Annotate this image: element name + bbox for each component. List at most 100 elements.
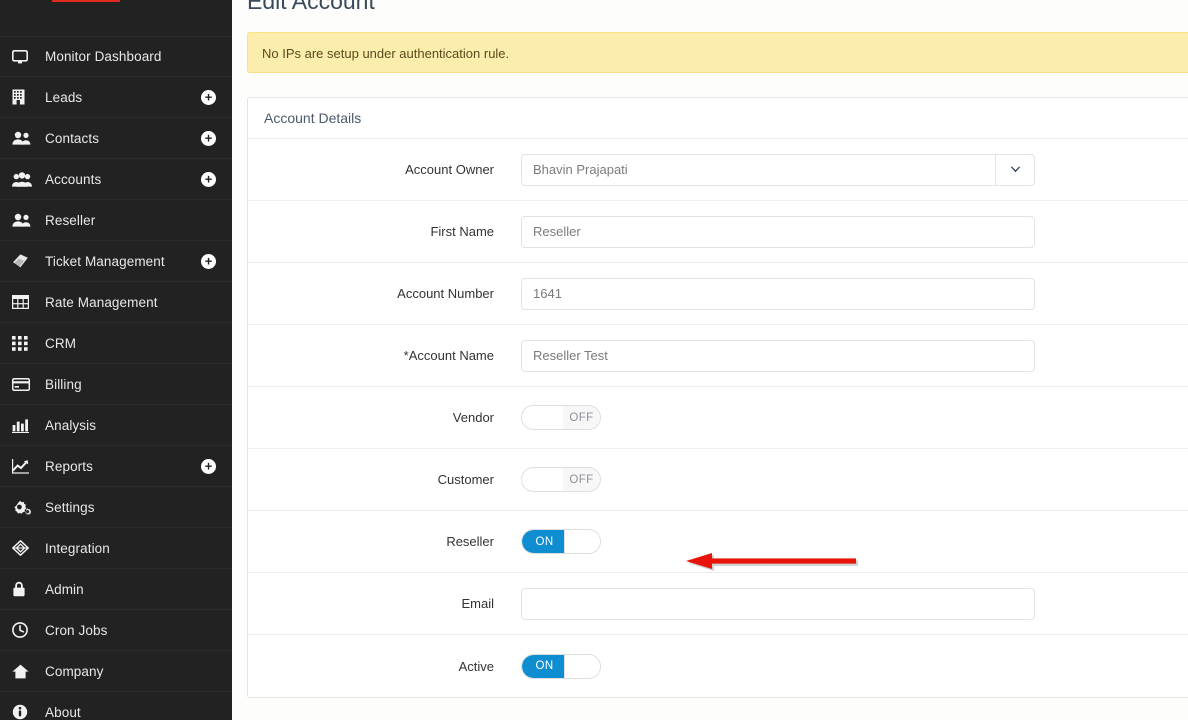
bar-chart-icon <box>12 418 36 433</box>
form-row: Vendor OFF <box>248 387 1188 449</box>
field-control <box>521 278 1188 310</box>
account-details-panel: Account Details Account Owner First Name <box>247 97 1188 698</box>
active-toggle[interactable]: ON <box>521 654 601 679</box>
field-label-account-owner: Account Owner <box>248 162 521 177</box>
users-icon <box>12 131 36 145</box>
field-label-vendor: Vendor <box>248 410 521 425</box>
clock-icon <box>12 622 36 638</box>
add-account-icon[interactable] <box>201 172 216 187</box>
reseller-toggle[interactable]: ON <box>521 529 601 554</box>
sidebar-item-label: Ticket Management <box>45 254 201 269</box>
panel-heading: Account Details <box>248 98 1188 139</box>
grid-icon <box>12 336 36 351</box>
alert-banner: No IPs are setup under authentication ru… <box>247 32 1188 73</box>
sidebar-nav: Monitor Dashboard Leads Contacts <box>0 36 232 720</box>
sidebar-item-analysis[interactable]: Analysis <box>0 405 232 446</box>
sidebar-item-company[interactable]: Company <box>0 651 232 692</box>
line-chart-icon <box>12 459 36 474</box>
credit-card-icon <box>12 378 36 391</box>
field-control <box>521 340 1188 372</box>
sidebar-item-rate-management[interactable]: Rate Management <box>0 282 232 323</box>
field-control: OFF <box>521 405 1188 430</box>
sidebar-item-cron-jobs[interactable]: Cron Jobs <box>0 610 232 651</box>
home-icon <box>12 664 36 679</box>
sidebar-item-label: Company <box>45 664 218 679</box>
sidebar-item-admin[interactable]: Admin <box>0 569 232 610</box>
ticket-icon <box>12 253 36 269</box>
toggle-knob <box>522 406 565 429</box>
sidebar-item-settings[interactable]: Settings <box>0 487 232 528</box>
field-label-email: Email <box>248 596 521 611</box>
sidebar-item-label: Admin <box>45 582 218 597</box>
field-control: ON <box>521 654 1188 679</box>
toggle-state-label: ON <box>522 530 567 553</box>
customer-toggle[interactable]: OFF <box>521 467 601 492</box>
sidebar-item-integration[interactable]: Integration <box>0 528 232 569</box>
toggle-state-label: OFF <box>563 468 600 491</box>
main-content: Edit Account No IPs are setup under auth… <box>232 0 1188 720</box>
form-row: Account Owner <box>248 139 1188 201</box>
add-contact-icon[interactable] <box>201 131 216 146</box>
form-row: Email <box>248 573 1188 635</box>
toggle-knob <box>564 655 600 678</box>
sidebar-item-accounts[interactable]: Accounts <box>0 159 232 200</box>
page-title: Edit Account <box>247 0 1188 16</box>
sidebar-item-label: Accounts <box>45 172 201 187</box>
sidebar-item-label: Monitor Dashboard <box>45 49 218 64</box>
building-icon <box>12 89 36 105</box>
app-root: Monitor Dashboard Leads Contacts <box>0 0 1188 720</box>
toggle-knob <box>564 530 600 553</box>
account-number-input[interactable] <box>521 278 1035 310</box>
account-name-input[interactable] <box>521 340 1035 372</box>
field-label-account-name: *Account Name <box>248 348 521 363</box>
sidebar-item-label: Contacts <box>45 131 201 146</box>
group-icon <box>12 172 36 187</box>
account-owner-select-group[interactable] <box>521 154 1035 186</box>
sidebar: Monitor Dashboard Leads Contacts <box>0 0 232 720</box>
sidebar-item-reports[interactable]: Reports <box>0 446 232 487</box>
toggle-knob <box>522 468 565 491</box>
sidebar-item-label: Billing <box>45 377 218 392</box>
add-lead-icon[interactable] <box>201 90 216 105</box>
sidebar-item-label: CRM <box>45 336 218 351</box>
sidebar-item-contacts[interactable]: Contacts <box>0 118 232 159</box>
field-label-customer: Customer <box>248 472 521 487</box>
sidebar-item-label: Analysis <box>45 418 218 433</box>
cube-icon <box>12 540 36 556</box>
table-icon <box>12 295 36 309</box>
form-row: Reseller ON <box>248 511 1188 573</box>
sidebar-item-label: About <box>45 705 218 720</box>
toggle-state-label: OFF <box>563 406 600 429</box>
monitor-icon <box>12 50 36 64</box>
sidebar-item-leads[interactable]: Leads <box>0 77 232 118</box>
field-label-reseller: Reseller <box>248 534 521 549</box>
alert-message: No IPs are setup under authentication ru… <box>262 46 509 61</box>
field-control <box>521 588 1188 620</box>
info-icon <box>12 704 36 720</box>
toggle-state-label: ON <box>522 655 567 678</box>
vendor-toggle[interactable]: OFF <box>521 405 601 430</box>
sidebar-item-label: Reports <box>45 459 201 474</box>
field-control <box>521 154 1188 186</box>
sidebar-item-billing[interactable]: Billing <box>0 364 232 405</box>
form-row: Active ON <box>248 635 1188 697</box>
add-report-icon[interactable] <box>201 459 216 474</box>
sidebar-item-about[interactable]: About <box>0 692 232 720</box>
sidebar-item-monitor-dashboard[interactable]: Monitor Dashboard <box>0 36 232 77</box>
field-control <box>521 216 1188 248</box>
account-owner-select[interactable] <box>521 154 995 186</box>
chevron-down-icon[interactable] <box>995 154 1035 186</box>
sidebar-item-ticket-management[interactable]: Ticket Management <box>0 241 232 282</box>
email-input[interactable] <box>521 588 1035 620</box>
field-control: ON <box>521 529 1188 554</box>
field-control: OFF <box>521 467 1188 492</box>
field-label-account-number: Account Number <box>248 286 521 301</box>
field-label-active: Active <box>248 659 521 674</box>
add-ticket-icon[interactable] <box>201 254 216 269</box>
form-row: Customer OFF <box>248 449 1188 511</box>
sidebar-item-reseller[interactable]: Reseller <box>0 200 232 241</box>
sidebar-item-label: Integration <box>45 541 218 556</box>
first-name-input[interactable] <box>521 216 1035 248</box>
sidebar-item-crm[interactable]: CRM <box>0 323 232 364</box>
form-row: First Name <box>248 201 1188 263</box>
